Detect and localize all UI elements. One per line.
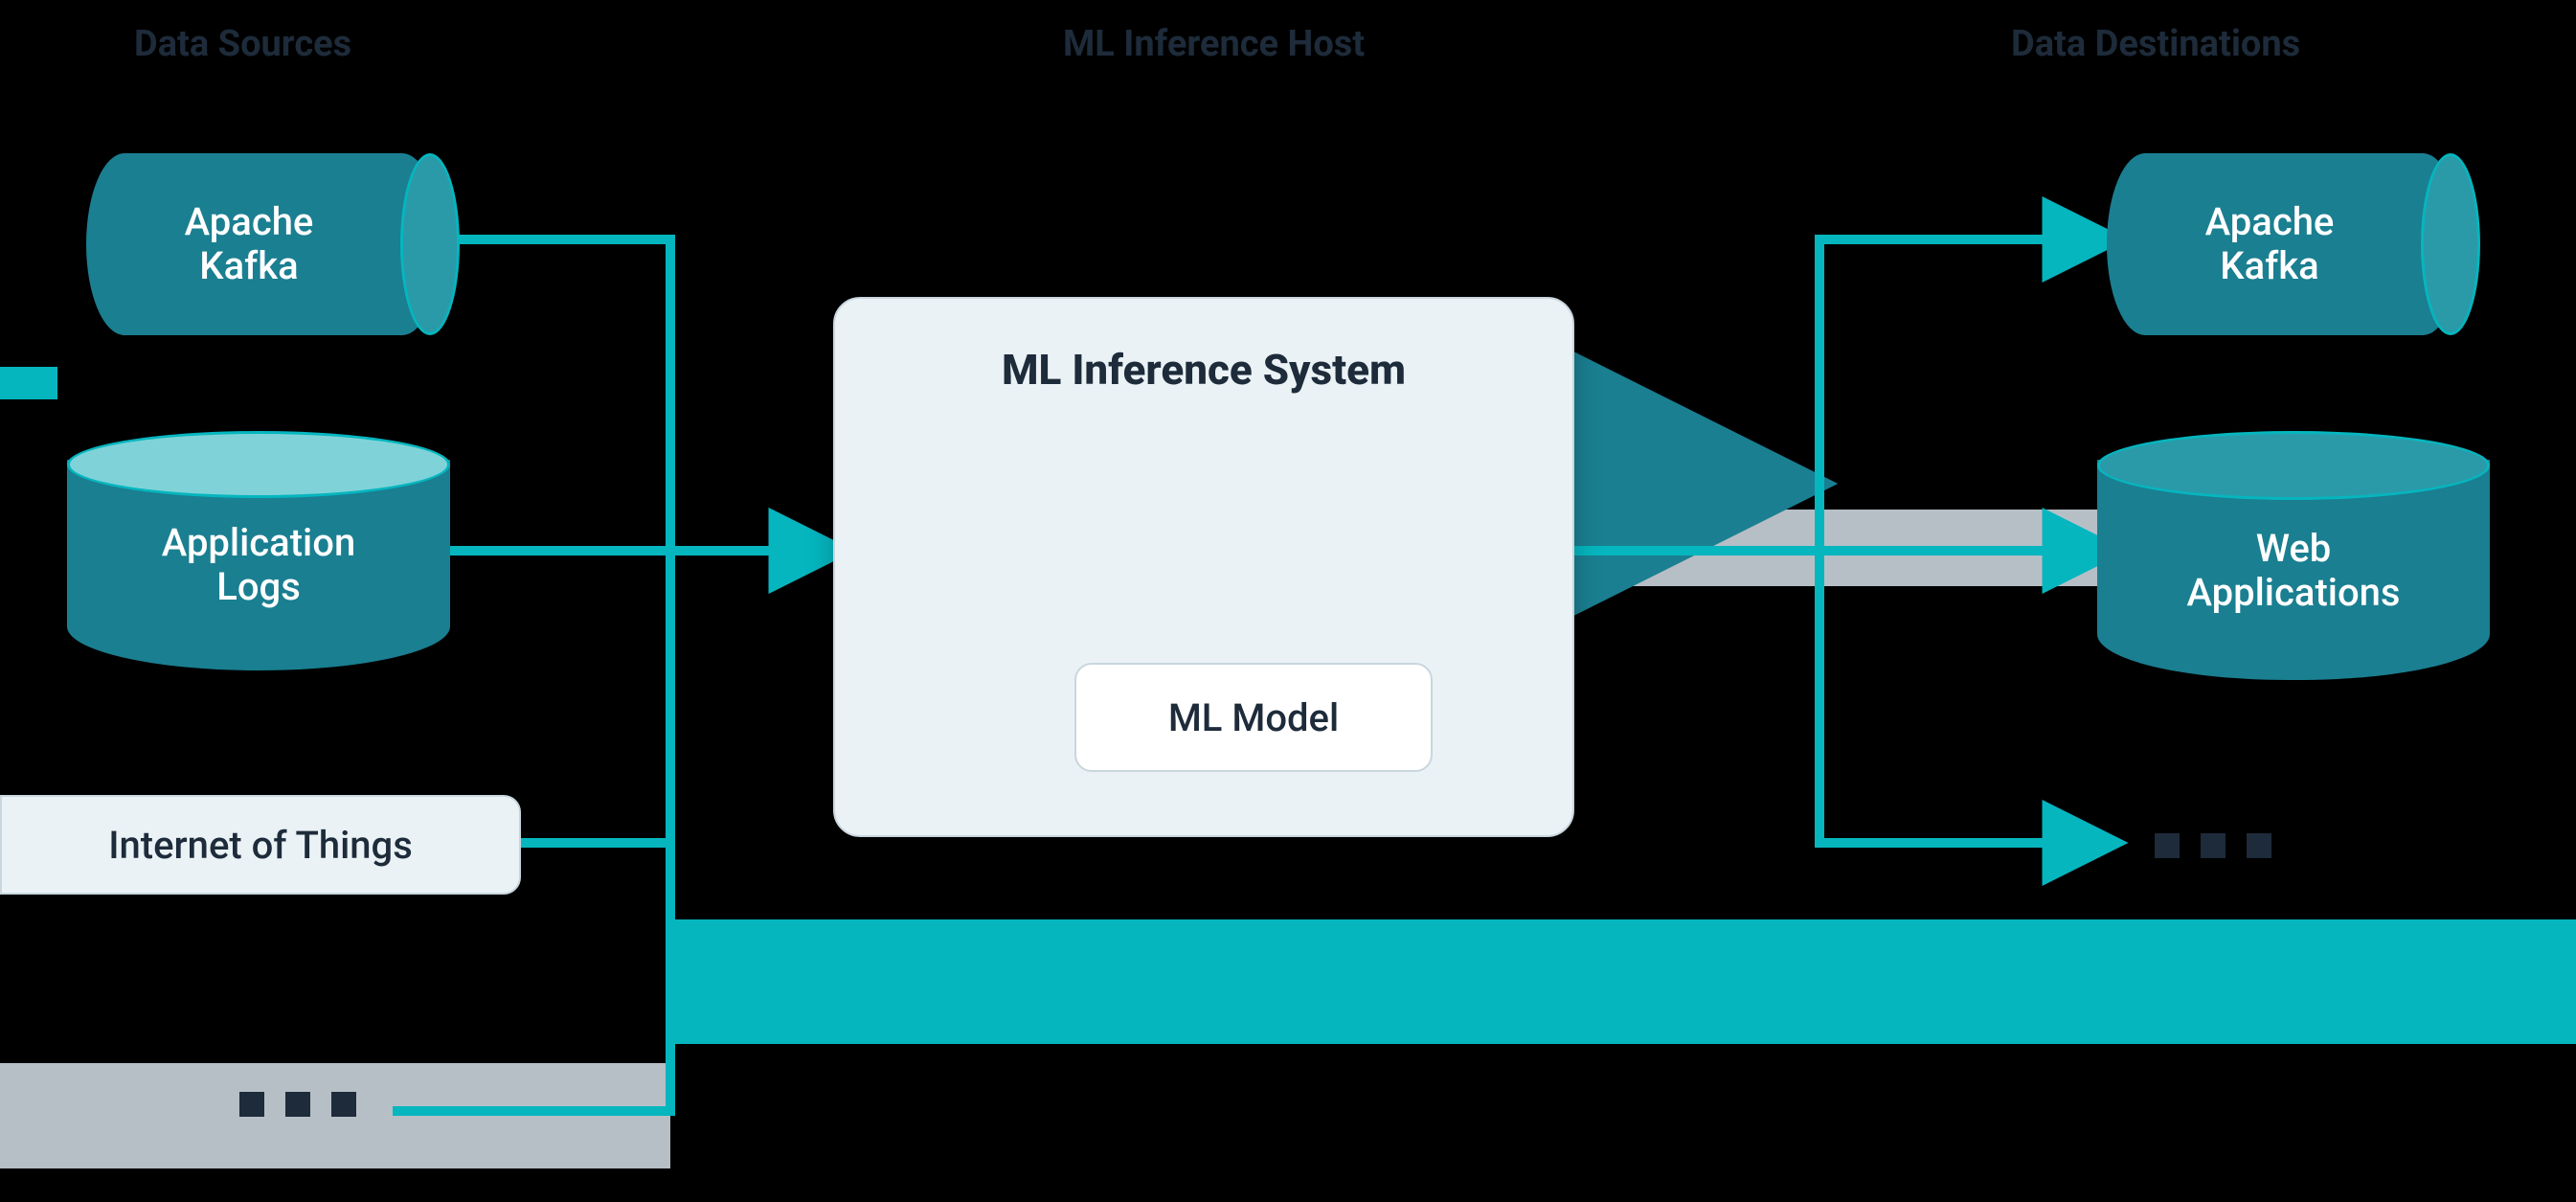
header-host: ML Inference Host: [1063, 23, 1365, 65]
source-app-logs-label: Application Logs: [67, 521, 450, 609]
dest-kafka-label: Apache Kafka: [2107, 200, 2432, 288]
header-destinations: Data Destinations: [2011, 23, 2300, 65]
ellipsis-left: [239, 1092, 356, 1117]
source-iot: Internet of Things: [0, 795, 521, 895]
source-kafka: Apache Kafka: [86, 153, 460, 335]
inference-card-title: ML Inference System: [835, 345, 1572, 395]
ml-model-box: ML Model: [1074, 663, 1433, 772]
header-sources: Data Sources: [134, 23, 351, 65]
inference-card: ML Inference System ML Model: [833, 297, 1574, 837]
ellipsis-right: [2155, 833, 2271, 858]
dest-web-apps: Web Applications: [2097, 431, 2490, 680]
slab-right-mid: [1570, 510, 2145, 586]
dest-kafka: Apache Kafka: [2107, 153, 2480, 335]
bottom-band: [670, 919, 2576, 1044]
source-iot-label: Internet of Things: [108, 823, 413, 868]
ml-model-label: ML Model: [1168, 695, 1339, 740]
source-app-logs: Application Logs: [67, 431, 450, 670]
dest-web-apps-label: Web Applications: [2097, 527, 2490, 615]
source-kafka-label: Apache Kafka: [86, 200, 412, 288]
